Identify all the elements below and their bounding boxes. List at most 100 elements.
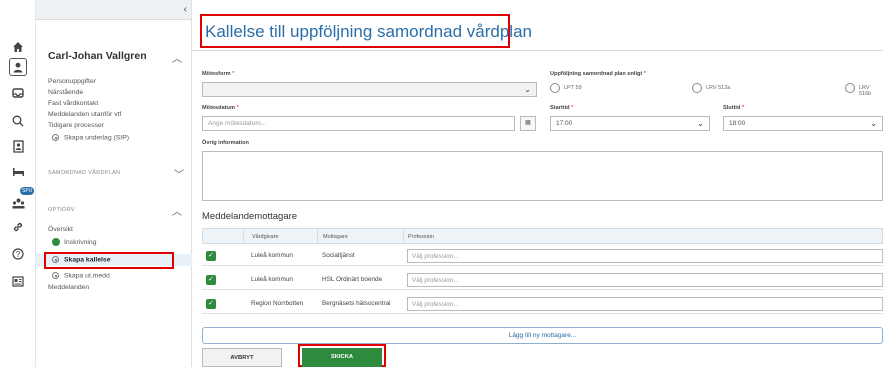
motesdatum-placeholder: Ange mötesdatum... [208,120,267,127]
required-mark: * [741,105,745,111]
help-icon[interactable]: ? [8,245,28,263]
bed-icon[interactable] [8,163,28,181]
required-mark: * [643,71,647,77]
menu-skapa-ut-medd[interactable]: Skapa ut.medd [52,272,110,279]
link-icon[interactable] [8,218,28,236]
profession-input[interactable]: Välj profession... [407,273,883,287]
page-title: Kallelse till uppföljning samordnad vård… [205,22,532,41]
starttid-label: Starttid * [550,105,573,111]
row-vardgivare: Luleå kommun [251,252,293,259]
profession-input[interactable]: Välj profession... [407,297,883,311]
radio-lrv516b[interactable] [845,83,855,93]
menu-inskrivning-label: Inskrivning [64,238,97,246]
row-mottagare: Bergnäsets hälsocentral [322,300,391,307]
inbox-icon[interactable] [8,84,28,102]
radio-lrv512a[interactable] [692,83,702,93]
document-user-icon[interactable] [8,137,28,155]
sluttid-label-text: Sluttid [723,105,741,111]
chevron-down-icon: ⌄ [524,85,531,94]
row-vardgivare: Luleå kommun [251,276,293,283]
menu-oversikt[interactable]: Översikt [48,226,73,233]
radio-lpt59-label: LPT 59 [564,85,582,91]
news-icon[interactable] [8,272,28,290]
chevron-up-icon[interactable]: ︿ [172,203,182,218]
ovrig-textarea[interactable] [202,151,883,201]
required-mark: * [236,105,239,111]
menu-narstaende[interactable]: Närstående [48,89,83,96]
check-circle-icon [52,238,60,246]
row-checkbox[interactable]: ✓ [206,299,216,309]
collapse-sidebar-icon[interactable]: ‹ [184,4,187,15]
required-mark: * [571,105,574,111]
cancel-button[interactable]: AVBRYT [202,348,282,367]
svg-text:?: ? [16,250,21,259]
table-row: ✓ Luleå kommun Socialtjänst Välj profess… [202,246,883,266]
chevron-up-icon[interactable]: ︿ [172,50,182,65]
recipients-title: Meddelandemottagare [202,211,298,222]
ovrig-label: Övrig information [202,140,249,146]
motesform-select[interactable]: ⌄ [202,82,537,97]
radio-lrv516b-label: LRV 516b [859,85,872,97]
column-vardgivare: Vårdgivare [252,234,279,240]
menu-meddelanden[interactable]: Meddelanden [48,284,89,291]
row-mottagare: HSL Ordinärt boende [322,276,383,283]
main-content: Kallelse till uppföljning samordnad vård… [192,0,883,367]
chevron-down-icon[interactable]: ﹀ [174,166,184,181]
add-recipient-button[interactable]: Lägg till ny mottagare... [202,327,883,344]
recipients-table-header: Vårdgivare Mottagare Profession [202,228,883,244]
divider [192,50,883,51]
chevron-down-icon: ⌄ [697,119,704,128]
column-mottagare: Mottagare [323,234,348,240]
search-icon[interactable] [8,112,28,130]
column-divider [243,229,244,244]
column-profession: Profession [408,234,434,240]
motesdatum-label: Mötesdatum * [202,105,239,111]
uppfoljning-label: Uppföljning samordnad plan enligt * [550,71,646,77]
patient-name: Carl-Johan Vallgren [48,50,147,62]
section-optiorv[interactable]: OPTIÖRV [48,207,75,213]
menu-fast-vardkontakt[interactable]: Fast vårdkontakt [48,100,98,107]
menu-inskrivning[interactable]: Inskrivning [52,238,97,246]
motesform-label: Mötesform * [202,71,234,77]
table-row: ✓ Region Norrbotten Bergnäsets hälsocent… [202,294,883,314]
profession-input[interactable]: Välj profession... [407,249,883,263]
row-mottagare: Socialtjänst [322,252,355,259]
chevron-down-icon: ⌄ [870,119,877,128]
row-checkbox[interactable]: ✓ [206,275,216,285]
highlight-skapa-kallelse [44,252,174,269]
motesdatum-label-text: Mötesdatum [202,105,235,111]
table-row: ✓ Luleå kommun HSL Ordinärt boende Välj … [202,270,883,290]
person-icon[interactable] [9,58,27,76]
menu-skapa-ut-medd-label: Skapa ut.medd [64,272,110,280]
home-icon[interactable] [8,38,28,56]
starttid-select[interactable]: 17:00 ⌄ [550,116,710,131]
sidebar-header: ‹ [36,0,191,20]
menu-skapa-underlag-label: Skapa underlag (SIP) [64,134,129,142]
motesdatum-input[interactable]: Ange mötesdatum... [202,116,515,131]
column-divider [317,229,318,244]
sluttid-value: 18:00 [729,120,746,127]
calendar-icon[interactable]: ▦ [520,116,536,131]
uppfoljning-label-text: Uppföljning samordnad plan enligt [550,71,643,77]
menu-meddelanden-utanfor[interactable]: Meddelanden utanför vtf [48,111,121,118]
starttid-value: 17:00 [556,120,573,127]
menu-personuppgifter[interactable]: Personuppgifter [48,78,96,85]
radio-dot-icon [52,134,59,141]
radio-dot-icon [52,272,59,279]
menu-tidigare-processer[interactable]: Tidigare processer [48,122,104,129]
column-divider [403,229,404,244]
section-samordnad-vardplan[interactable]: SAMORDNAD VÅRDPLAN [48,170,120,176]
required-mark: * [232,71,235,77]
radio-lpt59[interactable] [550,83,560,93]
send-button[interactable]: SKICKA [302,348,382,367]
row-checkbox[interactable]: ✓ [206,251,216,261]
sluttid-select[interactable]: 18:00 ⌄ [723,116,883,131]
icon-rail: SPU ? [0,0,36,367]
menu-skapa-underlag[interactable]: Skapa underlag (SIP) [52,134,129,141]
radio-lrv512a-label: LRV 512a [706,85,731,91]
motesform-label-text: Mötesform [202,71,231,77]
row-vardgivare: Region Norrbotten [251,300,304,307]
sluttid-label: Sluttid * [723,105,744,111]
starttid-label-text: Starttid [550,105,570,111]
org-chart-icon[interactable] [8,194,28,212]
